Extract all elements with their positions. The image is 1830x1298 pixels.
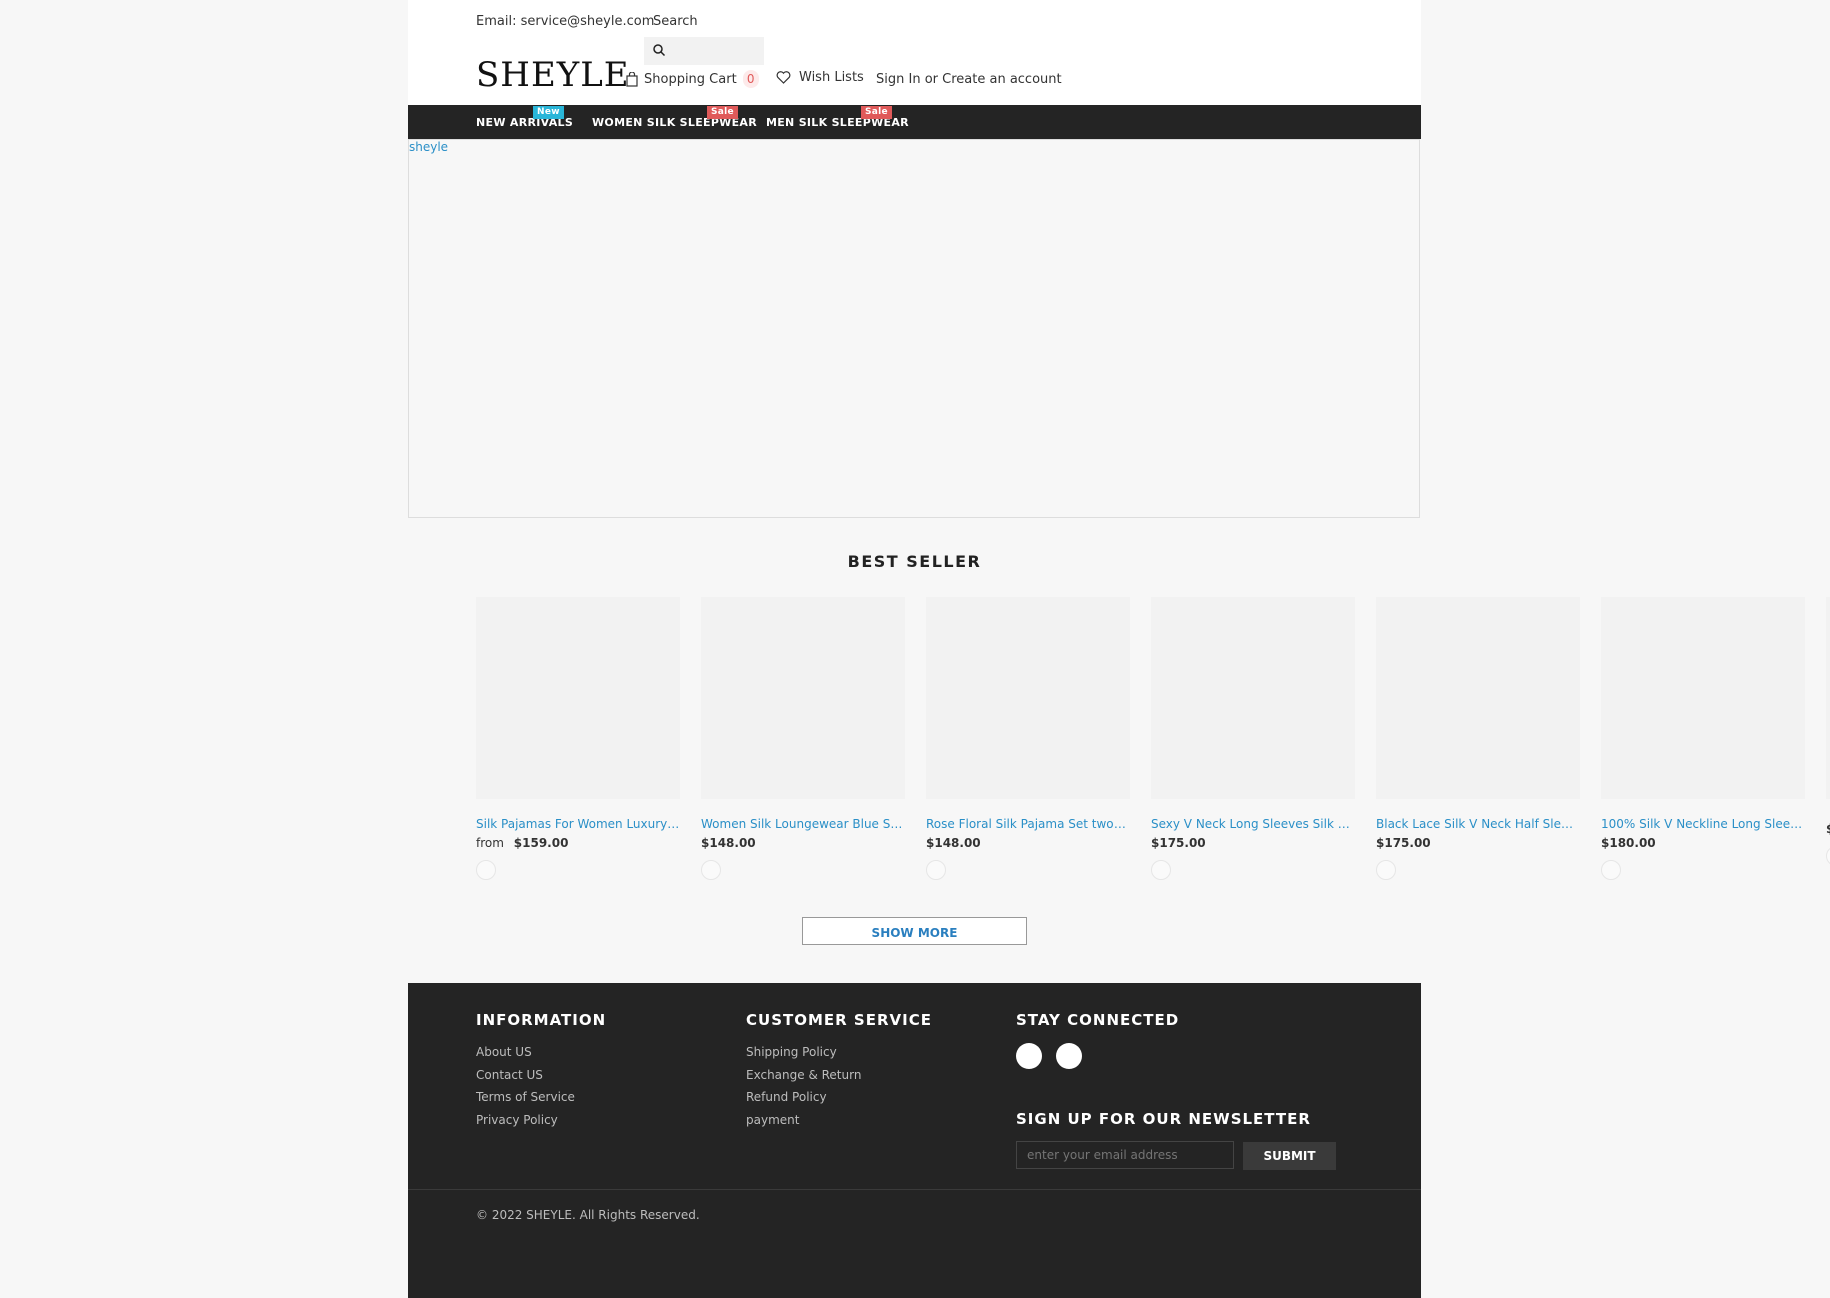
nav-item-men-silk-sleepwear[interactable]: MEN SILK SLEEPWEAR Sale xyxy=(766,106,909,129)
product-name[interactable]: Silk Pajamas For Women Luxury Long Sleev… xyxy=(476,817,680,831)
wishlist-link[interactable]: Wish Lists xyxy=(776,70,864,85)
footer-link-terms[interactable]: Terms of Service xyxy=(476,1086,606,1109)
nav-item-new-arrivals[interactable]: NEW ARRIVALS New xyxy=(476,106,573,129)
footer-heading: INFORMATION xyxy=(476,1011,607,1029)
main-nav: NEW ARRIVALS New WOMEN SILK SLEEPWEAR Sa… xyxy=(408,105,1421,139)
color-swatch[interactable] xyxy=(1826,846,1830,866)
product-card[interactable]: 100% Silk V Neckline Long Sleeves Pajama… xyxy=(1601,597,1805,880)
footer-link-exchange[interactable]: Exchange & Return xyxy=(746,1064,932,1087)
shopping-bag-icon xyxy=(626,71,638,87)
price-prefix: from xyxy=(476,836,504,850)
footer-link-about-us[interactable]: About US xyxy=(476,1041,606,1064)
product-card[interactable]: Rose Floral Silk Pajama Set two-piece $1… xyxy=(926,597,1130,880)
footer-divider xyxy=(408,1189,1421,1190)
shopping-cart-link[interactable]: Shopping Cart 0 xyxy=(626,70,759,88)
color-swatch[interactable] xyxy=(701,860,721,880)
new-badge: New xyxy=(533,106,564,119)
product-card[interactable]: Silk Pajamas For Women Luxury Long Sleev… xyxy=(476,597,680,880)
product-image[interactable] xyxy=(701,597,905,799)
facebook-icon[interactable] xyxy=(1016,1043,1042,1069)
newsletter-email-input[interactable] xyxy=(1016,1141,1234,1169)
color-swatch[interactable] xyxy=(1601,860,1621,880)
footer-heading: STAY CONNECTED xyxy=(1016,1011,1180,1029)
price-value: $148.00 xyxy=(926,836,981,850)
product-price: $175.00 xyxy=(1151,836,1355,850)
product-image[interactable] xyxy=(1376,597,1580,799)
footer-link-privacy[interactable]: Privacy Policy xyxy=(476,1109,606,1132)
color-swatch[interactable] xyxy=(476,860,496,880)
product-card[interactable]: Women Silk Loungewear Blue Silk Pajama S… xyxy=(701,597,905,880)
footer-link-contact-us[interactable]: Contact US xyxy=(476,1064,606,1087)
or-text: or xyxy=(924,72,939,87)
sale-badge: Sale xyxy=(861,106,892,119)
product-name[interactable]: Black Lace Silk V Neck Half Sleeves Paja… xyxy=(1376,817,1580,831)
product-name[interactable]: 100% Silk V Neckline Long Sleeves Pajama… xyxy=(1601,817,1805,831)
footer-link-payment[interactable]: payment xyxy=(746,1109,932,1132)
product-price: $148.00 xyxy=(701,836,905,850)
price-value: $159.00 xyxy=(513,836,569,850)
footer-information: INFORMATION About US Contact US Terms of… xyxy=(476,1011,606,1131)
create-account-link[interactable]: Create an account xyxy=(942,72,1061,87)
product-price: $175.00 xyxy=(1376,836,1580,850)
footer-customer-service: CUSTOMER SERVICE Shipping Policy Exchang… xyxy=(746,1011,932,1131)
instagram-icon[interactable] xyxy=(1056,1043,1082,1069)
search-icon[interactable] xyxy=(652,43,666,57)
product-name[interactable]: Rose Floral Silk Pajama Set two-piece xyxy=(926,817,1130,831)
account-links: Sign In or Create an account xyxy=(876,72,1062,87)
search-label: Search xyxy=(653,14,698,29)
social-links xyxy=(1016,1043,1179,1069)
newsletter-title: SIGN UP FOR OUR NEWSLETTER xyxy=(1016,1110,1311,1128)
footer-heading: CUSTOMER SERVICE xyxy=(746,1011,932,1029)
sale-badge: Sale xyxy=(707,106,738,119)
hero-banner[interactable]: sheyle xyxy=(408,139,1420,518)
price-value: $ xyxy=(1826,822,1830,836)
search-input[interactable] xyxy=(644,37,764,65)
cart-label: Shopping Cart xyxy=(644,71,737,87)
newsletter-submit-button[interactable]: SUBMIT xyxy=(1243,1142,1336,1170)
site-footer: INFORMATION About US Contact US Terms of… xyxy=(408,983,1421,1298)
product-card[interactable]: Black Lace Silk V Neck Half Sleeves Paja… xyxy=(1376,597,1580,880)
price-value: $175.00 xyxy=(1151,836,1206,850)
wishlist-label: Wish Lists xyxy=(799,70,864,85)
product-image[interactable] xyxy=(1826,597,1830,799)
price-value: $180.00 xyxy=(1601,836,1656,850)
product-price: $148.00 xyxy=(926,836,1130,850)
banner-image-link[interactable]: sheyle xyxy=(409,140,448,154)
show-more-button[interactable]: SHOW MORE xyxy=(802,917,1027,945)
site-logo[interactable]: SHEYLE xyxy=(476,58,630,92)
color-swatch[interactable] xyxy=(1151,860,1171,880)
price-value: $148.00 xyxy=(701,836,756,850)
product-carousel: Silk Pajamas For Women Luxury Long Sleev… xyxy=(0,597,1830,887)
footer-stay-connected: STAY CONNECTED xyxy=(1016,1011,1179,1069)
footer-link-refund[interactable]: Refund Policy xyxy=(746,1086,932,1109)
color-swatch[interactable] xyxy=(1376,860,1396,880)
footer-link-shipping[interactable]: Shipping Policy xyxy=(746,1041,932,1064)
best-seller-title: BEST SELLER xyxy=(847,552,982,571)
cart-count-badge: 0 xyxy=(742,70,759,88)
product-image[interactable] xyxy=(1151,597,1355,799)
color-swatch[interactable] xyxy=(926,860,946,880)
product-name[interactable]: Sexy V Neck Long Sleeves Silk Pajamas xyxy=(1151,817,1355,831)
product-card[interactable]: Sexy V Neck Long Sleeves Silk Pajamas $1… xyxy=(1151,597,1355,880)
product-name[interactable]: Women Silk Loungewear Blue Silk Pajama S… xyxy=(701,817,905,831)
heart-icon xyxy=(776,71,791,84)
product-image[interactable] xyxy=(476,597,680,799)
price-value: $175.00 xyxy=(1376,836,1431,850)
copyright-text: © 2022 SHEYLE. All Rights Reserved. xyxy=(476,1208,700,1222)
product-image[interactable] xyxy=(1601,597,1805,799)
product-price: $180.00 xyxy=(1601,836,1805,850)
contact-email[interactable]: Email: service@sheyle.com xyxy=(476,14,654,29)
product-price: from $159.00 xyxy=(476,836,680,850)
site-header: Email: service@sheyle.com Search SHEYLE … xyxy=(408,0,1421,105)
product-image[interactable] xyxy=(926,597,1130,799)
product-price: $ xyxy=(1826,822,1830,836)
nav-item-women-silk-sleepwear[interactable]: WOMEN SILK SLEEPWEAR Sale xyxy=(592,106,757,129)
product-card[interactable]: $ xyxy=(1826,597,1830,866)
sign-in-link[interactable]: Sign In xyxy=(876,72,921,87)
